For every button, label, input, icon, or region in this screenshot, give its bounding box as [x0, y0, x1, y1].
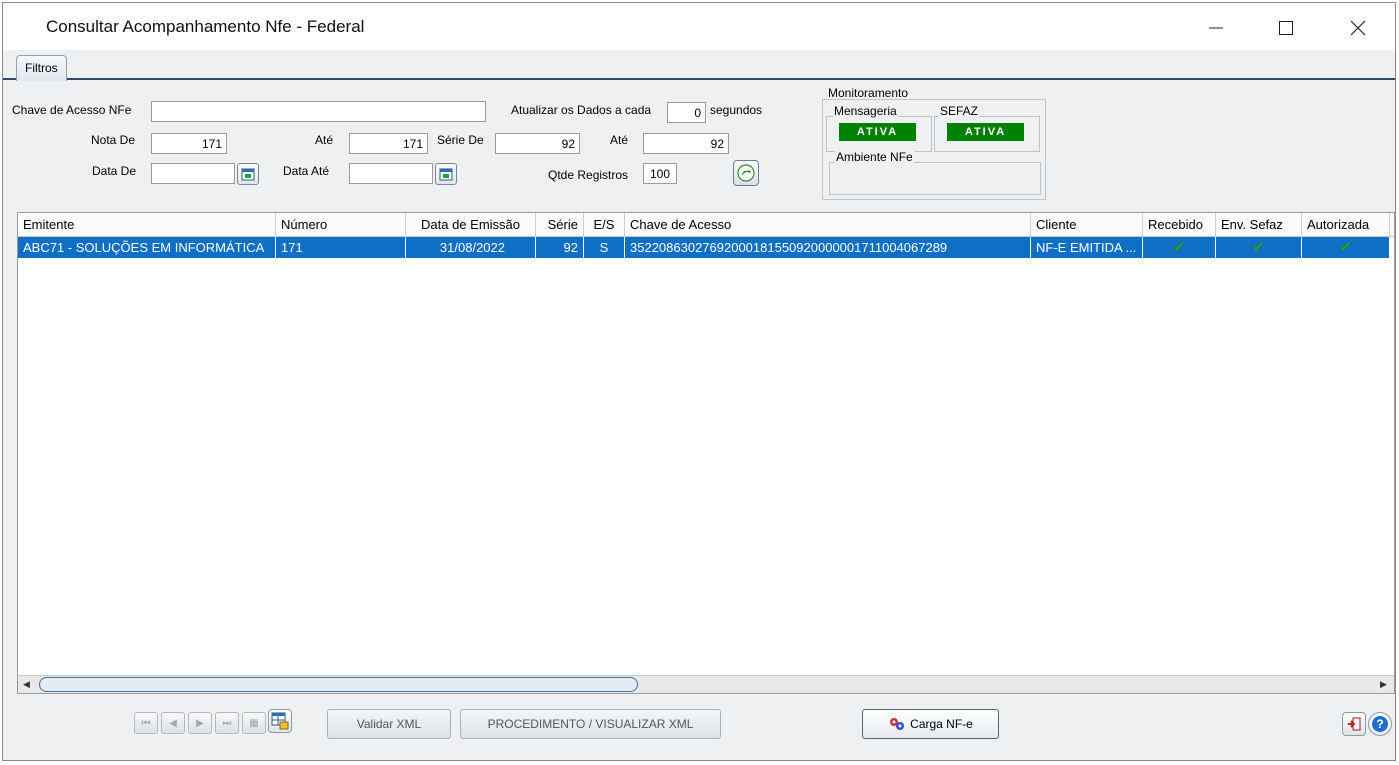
nota-de-input[interactable]: 171 [151, 133, 227, 154]
exit-button[interactable] [1342, 712, 1366, 736]
checkmark-icon: ✔ [1143, 237, 1216, 258]
results-grid[interactable]: Emitente Número Data de Emissão Série E/… [17, 212, 1395, 694]
column-header-autorizada[interactable]: Autorizada [1302, 213, 1390, 236]
table-row[interactable]: ABC71 - SOLUÇÕES EM INFORMÁTICA 171 31/0… [18, 237, 1390, 258]
scroll-left-icon[interactable]: ◀ [18, 676, 35, 693]
first-record-button[interactable]: ⏮ [134, 712, 158, 734]
previous-record-button[interactable]: ◀ [161, 712, 185, 734]
atualizar-label: Atualizar os Dados a cada [511, 103, 652, 117]
help-button[interactable]: ? [1368, 712, 1392, 736]
qtde-registros-input[interactable]: 100 [643, 163, 677, 184]
grid-view-button[interactable]: ▦ [242, 712, 266, 734]
tab-strip: Filtros [3, 50, 1395, 81]
cell-es: S [584, 237, 625, 258]
cell-emitente: ABC71 - SOLUÇÕES EM INFORMÁTICA [18, 237, 276, 258]
first-icon: ⏮ [141, 717, 151, 729]
procedimento-visualizar-xml-button[interactable]: PROCEDIMENTO / VISUALIZAR XML [460, 709, 721, 739]
calendar-icon [439, 168, 453, 181]
column-header-cliente[interactable]: Cliente [1031, 213, 1143, 236]
svg-text:?: ? [1376, 717, 1383, 731]
close-button[interactable] [1335, 11, 1381, 45]
window-title: Consultar Acompanhamento Nfe - Federal [46, 17, 365, 36]
serie-ate-label: Até [610, 133, 629, 147]
atualizar-input[interactable]: 0 [667, 102, 706, 123]
sefaz-status: ATIVA [947, 123, 1024, 141]
column-header-emitente[interactable]: Emitente [18, 213, 276, 236]
table-export-icon [271, 712, 289, 730]
column-header-recebido[interactable]: Recebido [1143, 213, 1216, 236]
column-header-numero[interactable]: Número [276, 213, 406, 236]
segundos-label: segundos [710, 103, 763, 117]
column-header-es[interactable]: E/S [584, 213, 625, 236]
last-record-button[interactable]: ⏭ [215, 712, 239, 734]
validar-xml-button[interactable]: Validar XML [327, 709, 451, 739]
carga-nfe-label: Carga NF-e [910, 717, 973, 731]
column-header-data-emissao[interactable]: Data de Emissão [406, 213, 536, 236]
main-window: Consultar Acompanhamento Nfe - Federal F… [2, 2, 1396, 761]
maximize-button[interactable] [1263, 11, 1309, 45]
mensageria-label: Mensageria [833, 104, 898, 118]
minimize-icon [1209, 27, 1223, 29]
next-record-button[interactable]: ▶ [188, 712, 212, 734]
cell-serie: 92 [536, 237, 584, 258]
chave-acesso-label: Chave de Acesso NFe [12, 103, 132, 117]
nota-ate-label: Até [315, 133, 334, 147]
column-header-chave[interactable]: Chave de Acesso [625, 213, 1031, 236]
qtde-registros-label: Qtde Registros [548, 168, 629, 182]
monitoramento-title: Monitoramento [828, 86, 909, 100]
title-bar: Consultar Acompanhamento Nfe - Federal [3, 3, 1395, 50]
calendar-icon [241, 168, 255, 181]
column-header-serie[interactable]: Série [536, 213, 584, 236]
help-icon: ? [1372, 716, 1388, 732]
ambiente-label: Ambiente NFe [835, 150, 914, 164]
serie-ate-input[interactable]: 92 [643, 133, 729, 154]
minimize-button[interactable] [1193, 11, 1239, 45]
ambiente-group [829, 162, 1041, 195]
mensageria-status: ATIVA [839, 123, 916, 141]
data-de-label: Data De [92, 164, 137, 178]
last-icon: ⏭ [222, 717, 232, 729]
scroll-right-icon[interactable]: ▶ [1375, 676, 1392, 693]
maximize-icon [1279, 21, 1293, 35]
export-grid-button[interactable] [268, 709, 292, 733]
data-de-calendar-button[interactable] [237, 163, 259, 185]
data-de-input[interactable] [151, 163, 235, 184]
next-icon: ▶ [196, 717, 204, 729]
tab-filtros[interactable]: Filtros [16, 55, 67, 81]
data-ate-calendar-button[interactable] [435, 163, 457, 185]
checkmark-icon: ✔ [1302, 237, 1390, 258]
data-ate-input[interactable] [349, 163, 433, 184]
previous-icon: ◀ [169, 717, 177, 729]
data-ate-label: Data Até [283, 164, 330, 178]
cell-chave: 3522086302769200018155092000000171100406… [625, 237, 1031, 258]
execute-search-button[interactable] [733, 160, 759, 186]
sefaz-label: SEFAZ [939, 104, 980, 118]
cell-data-emissao: 31/08/2022 [406, 237, 536, 258]
redo-arrow-icon [737, 164, 755, 182]
serie-de-input[interactable]: 92 [495, 133, 580, 154]
horizontal-scrollbar[interactable]: ◀ ▶ [18, 675, 1394, 693]
cell-numero: 171 [276, 237, 406, 258]
close-icon [1350, 20, 1366, 36]
checkmark-icon: ✔ [1216, 237, 1302, 258]
scroll-thumb[interactable] [39, 677, 638, 692]
exit-door-icon [1348, 717, 1361, 731]
nota-ate-input[interactable]: 171 [349, 133, 428, 154]
chave-acesso-input[interactable] [151, 101, 486, 122]
serie-de-label: Série De [437, 133, 484, 147]
grid-header: Emitente Número Data de Emissão Série E/… [18, 213, 1394, 237]
nota-de-label: Nota De [91, 133, 136, 147]
carga-nfe-button[interactable]: Carga NF-e [862, 709, 999, 739]
column-header-env-sefaz[interactable]: Env. Sefaz [1216, 213, 1302, 236]
gears-icon [890, 718, 905, 730]
cell-cliente: NF-E EMITIDA ... [1031, 237, 1143, 258]
grid-icon: ▦ [249, 717, 259, 729]
